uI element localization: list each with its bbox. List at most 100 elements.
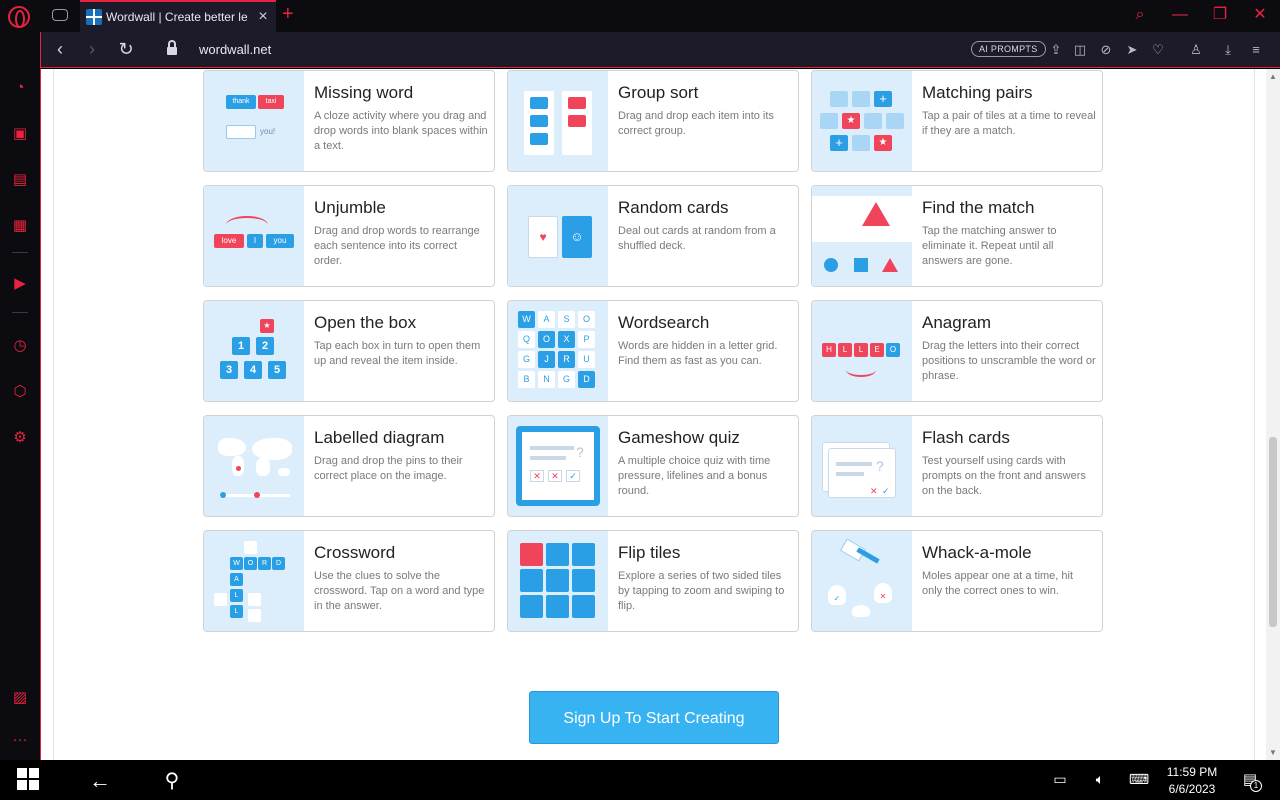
- template-card-anagram[interactable]: HLLEO Anagram Drag the letters into thei…: [811, 300, 1103, 402]
- scroll-thumb[interactable]: [1269, 437, 1277, 627]
- template-card-flash-cards[interactable]: ? ✕ ✓ Flash cards Test yourself using ca…: [811, 415, 1103, 517]
- extensions-icon[interactable]: ⬡: [10, 382, 30, 402]
- heart-icon[interactable]: ♡: [1149, 41, 1167, 59]
- easy-setup-icon[interactable]: ≡: [1247, 41, 1265, 59]
- gx-control-icon[interactable]: [52, 9, 68, 21]
- wordsearch-thumbnail: WASOQOXPGJRUBNGD: [508, 301, 608, 401]
- thumb-word: you: [266, 234, 294, 248]
- volume-muted-icon[interactable]: 🔈︎: [1090, 771, 1110, 788]
- wordsearch-letter: O: [578, 311, 595, 328]
- unjumble-thumbnail: love I you: [204, 186, 304, 286]
- wordsearch-letter: P: [578, 331, 595, 348]
- new-tab-button[interactable]: +: [282, 4, 294, 24]
- crossword-letter: O: [244, 557, 257, 570]
- shopping-icon[interactable]: ▣: [10, 124, 30, 144]
- wordsearch-letter: U: [578, 351, 595, 368]
- template-card-group-sort[interactable]: Group sort Drag and drop each item into …: [507, 70, 799, 172]
- wallpaper-icon[interactable]: ▨: [10, 688, 30, 708]
- reload-button[interactable]: ↻: [115, 38, 137, 60]
- history-icon[interactable]: ◷: [10, 336, 30, 356]
- minimize-button[interactable]: —: [1160, 0, 1200, 32]
- crossword-letter: R: [258, 557, 271, 570]
- gx-cleaner-icon[interactable]: ▦: [10, 216, 30, 236]
- card-description: Deal out cards at random from a shuffled…: [618, 225, 776, 252]
- block-icon[interactable]: ⊘: [1097, 41, 1115, 59]
- thumb-word: I: [247, 234, 263, 248]
- more-icon[interactable]: ···: [10, 730, 30, 750]
- anagram-letter: E: [870, 343, 884, 357]
- flip-tile: [572, 595, 595, 618]
- template-card-crossword[interactable]: WORDALL Crossword Use the clues to solve…: [203, 530, 495, 632]
- card-description: A multiple choice quiz with time pressur…: [618, 455, 771, 497]
- keyboard-icon[interactable]: ⌨: [1126, 771, 1152, 788]
- search-icon[interactable]: ⚲: [160, 768, 184, 793]
- settings-gear-icon[interactable]: ⚙: [10, 428, 30, 448]
- template-card-unjumble[interactable]: love I you Unjumble Drag and drop words …: [203, 185, 495, 287]
- close-window-button[interactable]: ✕: [1240, 0, 1280, 32]
- restore-button[interactable]: ❐: [1200, 0, 1240, 32]
- find-the-match-thumbnail: [812, 186, 912, 286]
- speed-dial-icon[interactable]: ◔: [10, 78, 30, 98]
- flip-tile: [572, 569, 595, 592]
- template-card-matching-pairs[interactable]: + ★ + ★ Matching pairs Tap a pair of til…: [811, 70, 1103, 172]
- card-description: Tap the matching answer to eliminate it.…: [922, 225, 1057, 267]
- flip-tile: [546, 595, 569, 618]
- missing-word-thumbnail: thank taxi you!: [204, 71, 304, 171]
- template-card-gameshow-quiz[interactable]: ? ✕ ✕ ✓ Gameshow quiz A multiple choice …: [507, 415, 799, 517]
- template-card-missing-word[interactable]: thank taxi you! Missing word A cloze act…: [203, 70, 495, 172]
- tab-close-icon[interactable]: ×: [255, 7, 271, 27]
- template-card-wordsearch[interactable]: WASOQOXPGJRUBNGD Wordsearch Words are hi…: [507, 300, 799, 402]
- labelled-diagram-thumbnail: [204, 416, 304, 516]
- back-arrow-icon[interactable]: ←: [88, 768, 112, 794]
- opera-menu-icon[interactable]: [8, 6, 30, 28]
- thumb-number: 3: [220, 361, 238, 379]
- wordsearch-letter: B: [518, 371, 535, 388]
- flip-tile: [520, 595, 543, 618]
- sidebar: ◔ ▣ ▤ ▦ ▶ ◷ ⬡ ⚙ ▨ ···: [0, 32, 40, 760]
- thumb-blank: [226, 125, 256, 139]
- wordsearch-letter: G: [558, 371, 575, 388]
- template-card-whack-a-mole[interactable]: ✓ ✕ Whack-a-mole Moles appear one at a t…: [811, 530, 1103, 632]
- player-icon[interactable]: ▶: [10, 274, 30, 294]
- wordsearch-letter: Q: [518, 331, 535, 348]
- template-card-random-cards[interactable]: ♥ ☺ Random cards Deal out cards at rando…: [507, 185, 799, 287]
- account-icon[interactable]: ♙: [1187, 41, 1205, 59]
- twitch-icon[interactable]: ▤: [10, 170, 30, 190]
- template-card-find-the-match[interactable]: Find the match Tap the matching answer t…: [811, 185, 1103, 287]
- clock-time[interactable]: 11:59 PM: [1160, 765, 1224, 779]
- camera-icon[interactable]: ◫: [1071, 41, 1089, 59]
- sign-up-button[interactable]: Sign Up To Start Creating: [529, 691, 779, 744]
- tab-wordwall[interactable]: Wordwall | Create better le ×: [80, 0, 276, 32]
- card-title: Crossword: [314, 543, 396, 562]
- card-description: Tap a pair of tiles at a time to reveal …: [922, 110, 1096, 137]
- scroll-up-arrow-icon[interactable]: ▲: [1269, 72, 1277, 81]
- card-title: Matching pairs: [922, 83, 1033, 102]
- template-card-labelled-diagram[interactable]: Labelled diagram Drag and drop the pins …: [203, 415, 495, 517]
- card-title: Gameshow quiz: [618, 428, 740, 447]
- forward-button[interactable]: ›: [81, 38, 103, 60]
- windows-start-icon[interactable]: [16, 768, 40, 795]
- scroll-down-arrow-icon[interactable]: ▼: [1269, 748, 1277, 757]
- flip-tile: [572, 543, 595, 566]
- page-scrollbar[interactable]: ▲ ▼: [1266, 69, 1280, 760]
- tab-bar: Wordwall | Create better le × + ⌕ — ❐ ✕: [0, 0, 1280, 32]
- ai-prompts-button[interactable]: AI PROMPTS: [971, 41, 1046, 57]
- card-description: Tap each box in turn to open them up and…: [314, 340, 481, 367]
- send-icon[interactable]: ➤: [1123, 41, 1141, 59]
- template-card-flip-tiles[interactable]: Flip tiles Explore a series of two sided…: [507, 530, 799, 632]
- download-icon[interactable]: ⤓: [1219, 41, 1237, 59]
- sidebar-divider: [12, 312, 28, 313]
- card-title: Whack-a-mole: [922, 543, 1032, 562]
- wordsearch-letter: O: [538, 331, 555, 348]
- random-cards-thumbnail: ♥ ☺: [508, 186, 608, 286]
- network-icon[interactable]: ▭: [1050, 771, 1070, 788]
- template-card-open-the-box[interactable]: ★ 1 2 3 4 5 Open the box Tap each box in…: [203, 300, 495, 402]
- share-icon[interactable]: ⇪: [1047, 41, 1065, 59]
- matching-pairs-thumbnail: + ★ + ★: [812, 71, 912, 171]
- url-field[interactable]: wordwall.net AI PROMPTS ⇪ ◫ ⊘ ➤ ♡ ♙ ⤓ ≡: [145, 35, 1260, 65]
- card-description: Drag and drop words to rearrange each se…: [314, 225, 480, 267]
- clock-date[interactable]: 6/6/2023: [1160, 782, 1224, 796]
- notification-count-badge: 1: [1250, 780, 1262, 792]
- back-button[interactable]: ‹: [49, 38, 71, 60]
- search-tabs-icon[interactable]: ⌕: [1120, 0, 1160, 32]
